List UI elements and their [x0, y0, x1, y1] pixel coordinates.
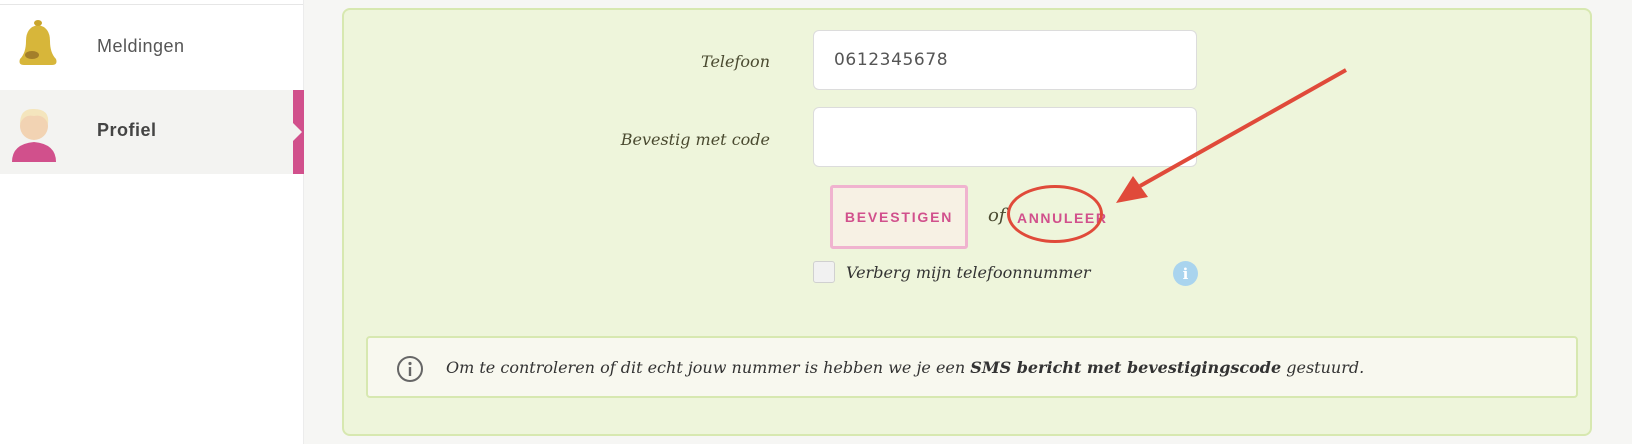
- code-label: Bevestig met code: [620, 130, 770, 149]
- annotation-circle: [1007, 185, 1103, 243]
- sidebar: Meldingen Profiel: [0, 0, 304, 444]
- sidebar-item-meldingen[interactable]: Meldingen: [0, 5, 303, 92]
- sidebar-item-profiel[interactable]: Profiel: [0, 90, 304, 174]
- hide-phone-checkbox[interactable]: [813, 261, 835, 283]
- sidebar-item-label: Profiel: [97, 120, 157, 140]
- phone-input[interactable]: 0612345678: [813, 30, 1197, 90]
- notice-text: Om te controleren of dit echt jouw numme…: [446, 358, 1365, 377]
- confirm-button[interactable]: BEVESTIGEN: [830, 185, 968, 249]
- avatar-icon: [12, 108, 56, 162]
- code-input[interactable]: [813, 107, 1197, 167]
- hide-phone-label[interactable]: Verberg mijn telefoonnummer: [846, 263, 1091, 282]
- sidebar-item-label: Meldingen: [97, 36, 185, 56]
- phone-label: Telefoon: [701, 52, 770, 71]
- phone-verification-panel: Telefoon 0612345678 Bevestig met code BE…: [342, 8, 1592, 436]
- active-notch: [293, 123, 302, 141]
- info-icon[interactable]: i: [1173, 261, 1198, 286]
- bell-icon: [19, 20, 57, 65]
- info-notice: Om te controleren of dit echt jouw numme…: [366, 336, 1578, 398]
- or-text: of: [988, 205, 1006, 226]
- info-circle-icon: [397, 356, 423, 382]
